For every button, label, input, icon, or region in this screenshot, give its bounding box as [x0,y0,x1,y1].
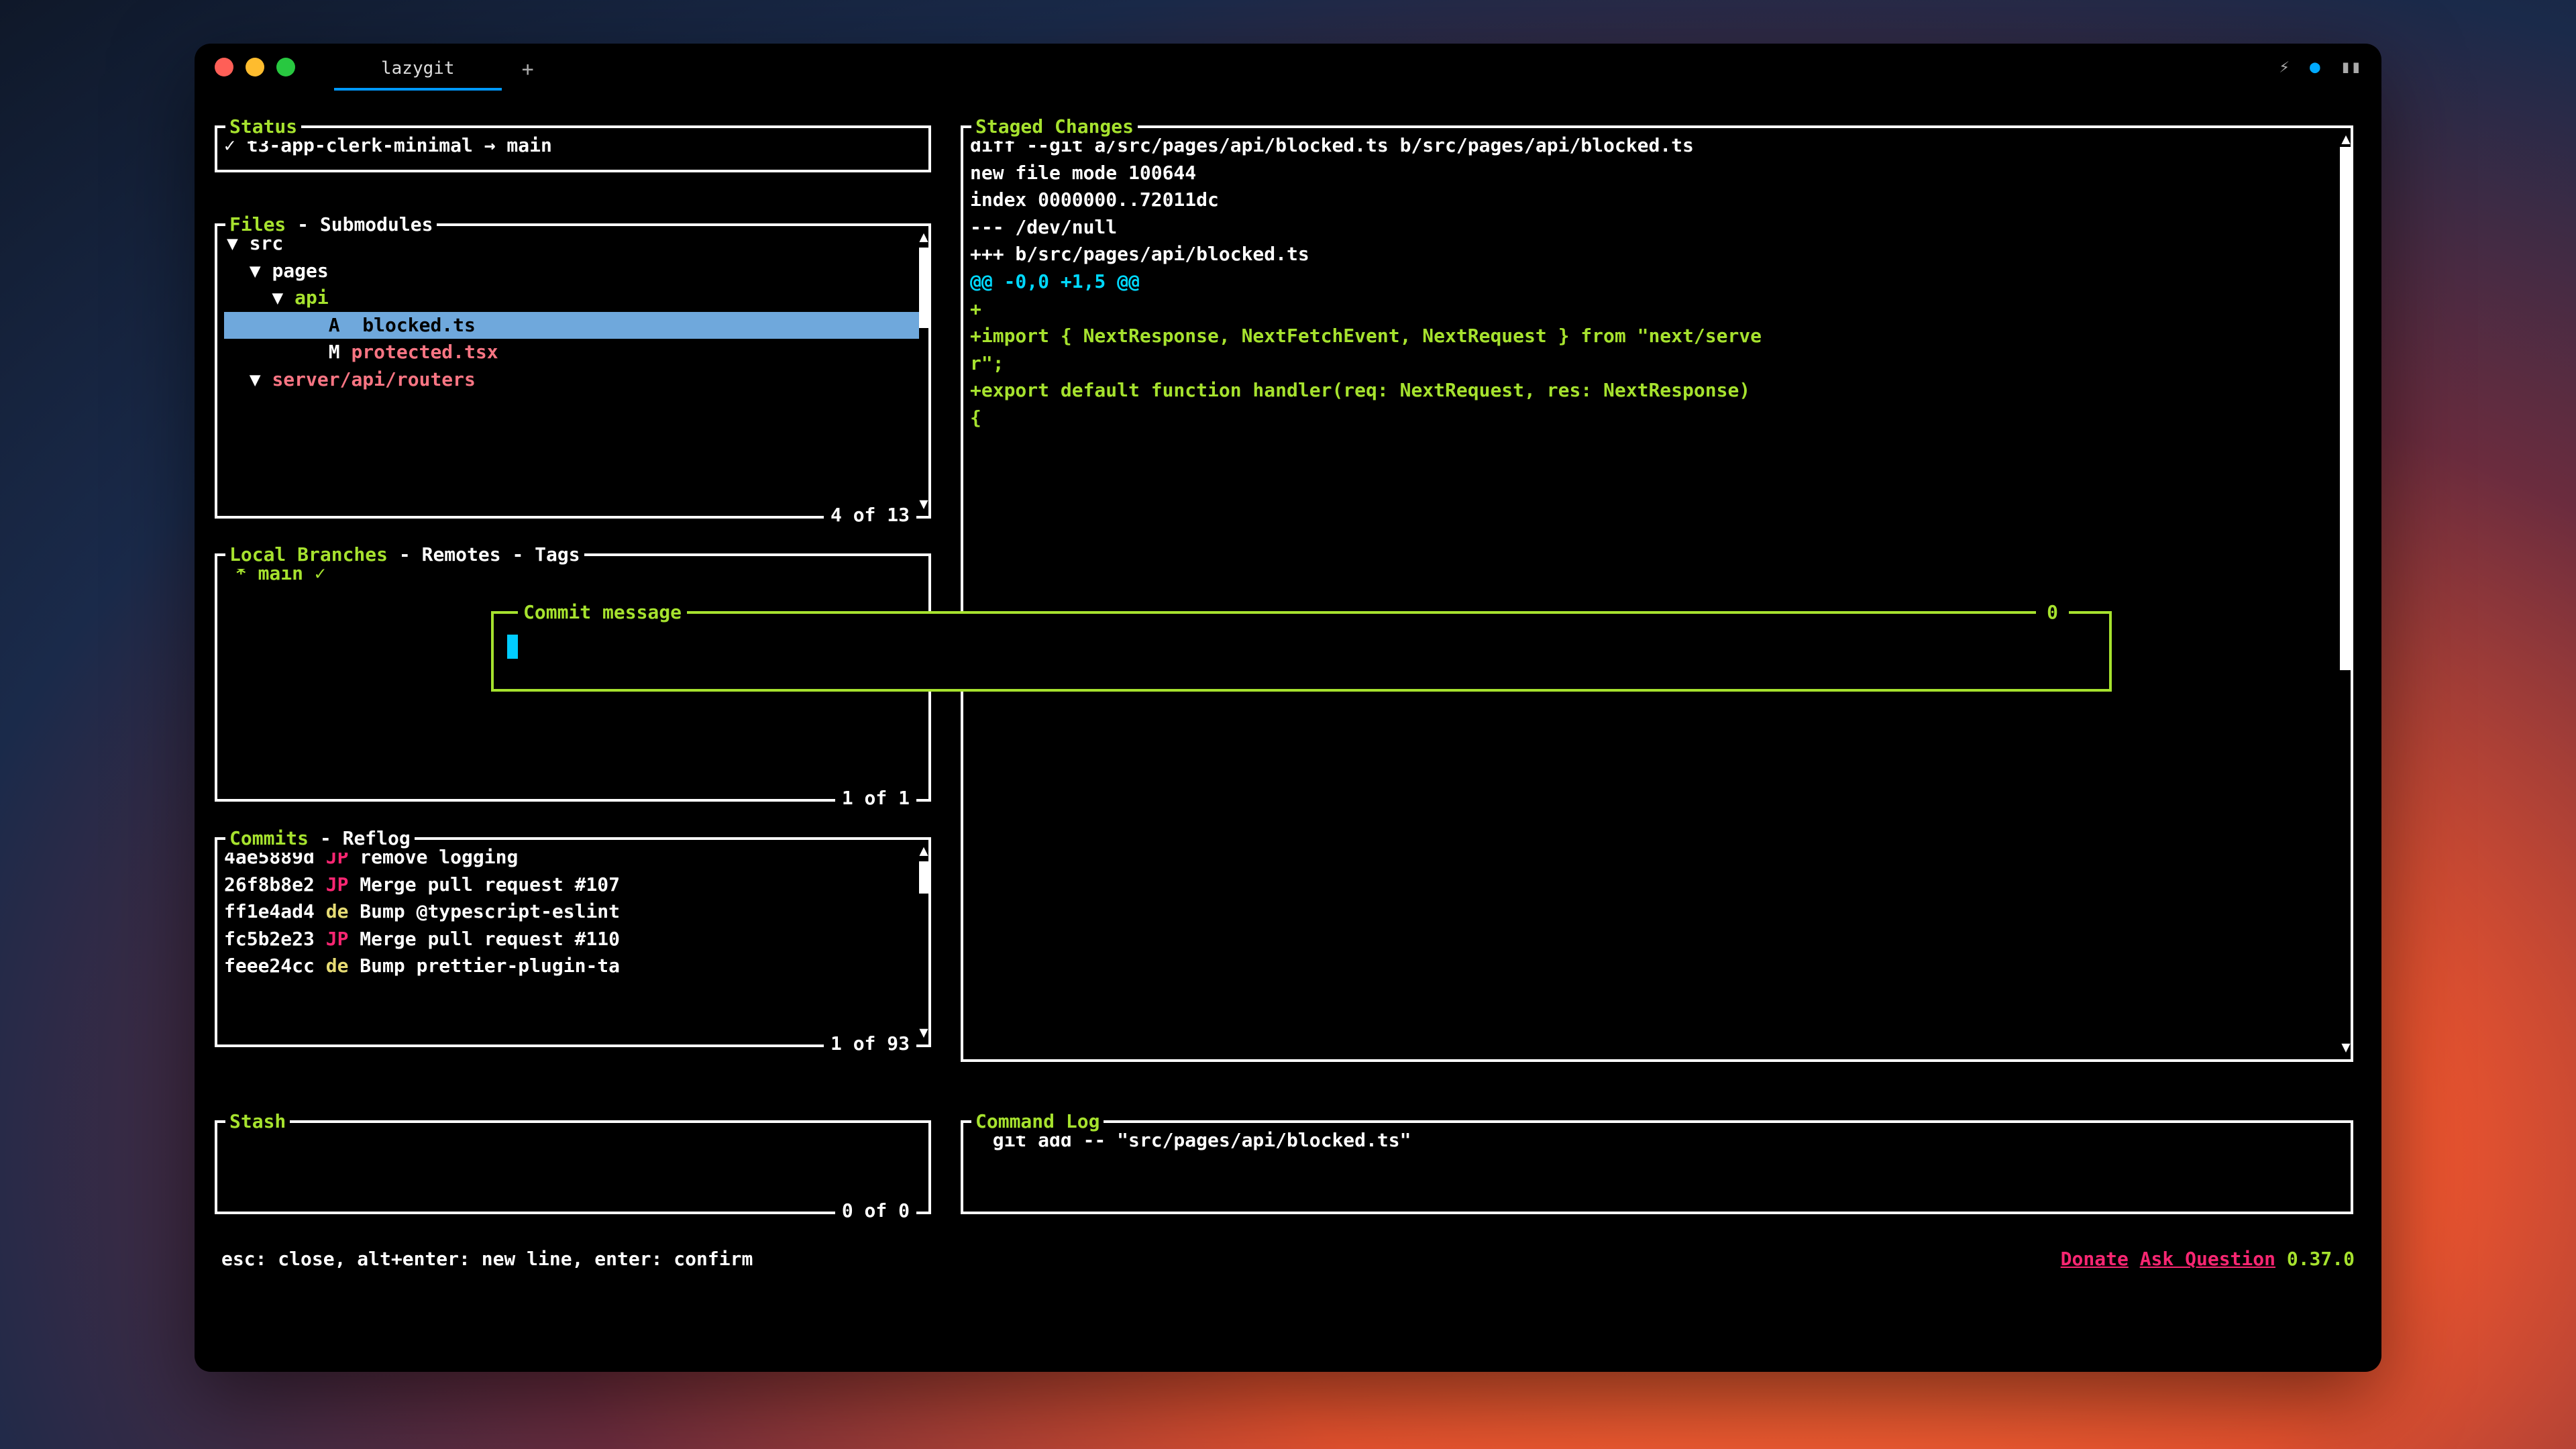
local-branches-tab[interactable]: Local Branches [229,543,388,566]
file-tree-row[interactable]: ▼ api [224,284,922,312]
status-content: ✓ t3-app-clerk-minimal → main [217,128,928,164]
file-tree-row[interactable]: A blocked.ts [224,312,922,339]
commits-tab[interactable]: Commits [229,827,309,849]
terminal-window: lazygit + ⚡ ● ▮▮ Status ✓ t3-app-clerk-m… [195,44,2381,1372]
file-tree-row[interactable]: ▼ pages [224,258,922,285]
keybindings-help: esc: close, alt+enter: new line, enter: … [221,1246,753,1349]
commit-message-count: 0 [2036,599,2069,627]
minimize-window-button[interactable] [246,58,264,76]
status-title: Status [229,115,297,138]
commits-scrollbar-thumb[interactable] [919,861,928,894]
command-log-content: git add -- "src/pages/api/blocked.ts" [963,1123,2351,1159]
diff-line[interactable]: diff --git a/src/pages/api/blocked.ts b/… [970,132,2344,160]
files-panel[interactable]: Files - Submodules ▼ src ▼ pages ▼ api A… [215,223,931,519]
footer-bar: esc: close, alt+enter: new line, enter: … [215,1243,2361,1352]
tab-lazygit[interactable]: lazygit [334,49,502,91]
ask-question-link[interactable]: Ask Question [2140,1248,2275,1270]
titlebar-right: ⚡ ● ▮▮ [2279,57,2361,77]
diff-line[interactable]: +export default function handler(req: Ne… [970,377,2344,405]
traffic-lights [215,58,295,76]
file-tree-row[interactable]: ▼ server/api/routers [224,366,922,394]
commit-row[interactable]: feee24cc de Bump prettier-plugin-ta [224,953,922,980]
titlebar: lazygit + ⚡ ● ▮▮ [195,44,2381,91]
commits-list[interactable]: 4ae5889d JP remove logging26f8b8e2 JP Me… [217,840,928,984]
main-panel-right-border [2351,125,2353,1062]
staged-changes-panel[interactable]: Staged Changes diff --git a/src/pages/ap… [961,125,2351,1062]
files-scrollbar[interactable]: ▲ ▼ [919,230,928,512]
commits-panel[interactable]: Commits - Reflog 4ae5889d JP remove logg… [215,837,931,1047]
version-label: 0.37.0 [2287,1248,2355,1270]
commit-message-modal[interactable]: Commit message 0 [491,611,2112,692]
staged-changes-title: Staged Changes [975,115,1134,138]
donate-link[interactable]: Donate [2061,1248,2129,1270]
status-panel[interactable]: Status ✓ t3-app-clerk-minimal → main [215,125,931,172]
diff-line[interactable]: +++ b/src/pages/api/blocked.ts [970,241,2344,268]
diff-line[interactable]: index 0000000..72011dc [970,186,2344,214]
diff-view[interactable]: diff --git a/src/pages/api/blocked.ts b/… [963,128,2351,436]
text-cursor [507,635,518,659]
stash-panel[interactable]: Stash 0 of 0 [215,1120,931,1214]
bolt-icon[interactable]: ⚡ [2279,57,2290,77]
scroll-down-icon[interactable]: ▼ [919,1026,928,1040]
branches-counter: 1 of 1 [835,785,916,812]
tab-group: lazygit + [334,44,554,91]
lazygit-ui: Status ✓ t3-app-clerk-minimal → main Fil… [215,111,2361,1352]
files-scrollbar-thumb[interactable] [919,248,928,328]
files-tab[interactable]: Files [229,213,286,235]
scroll-up-icon[interactable]: ▲ [919,230,928,245]
maximize-window-button[interactable] [276,58,295,76]
branches-other-tabs[interactable]: - Remotes - Tags [388,543,580,566]
commit-message-title: Commit message [518,599,687,627]
commit-message-input[interactable] [518,626,2086,667]
command-log-panel[interactable]: Command Log git add -- "src/pages/api/bl… [961,1120,2353,1214]
files-counter: 4 of 13 [824,502,916,529]
commit-row[interactable]: fc5b2e23 JP Merge pull request #110 [224,926,922,953]
command-log-title: Command Log [975,1110,1099,1132]
scroll-up-icon[interactable]: ▲ [919,844,928,859]
stash-title: Stash [229,1110,286,1132]
diff-line[interactable]: + [970,296,2344,323]
file-tree-row[interactable]: M protected.tsx [224,339,922,366]
panels-icon[interactable]: ▮▮ [2341,57,2361,77]
submodules-tab[interactable]: Submodules [320,213,433,235]
commit-row[interactable]: ff1e4ad4 de Bump @typescript-eslint [224,898,922,926]
new-tab-button[interactable]: + [502,48,554,91]
dot-icon: ● [2310,57,2320,77]
diff-line[interactable]: { [970,405,2344,432]
diff-line[interactable]: --- /dev/null [970,214,2344,241]
diff-line[interactable]: @@ -0,0 +1,5 @@ [970,268,2344,296]
commit-row[interactable]: 26f8b8e2 JP Merge pull request #107 [224,871,922,899]
diff-line[interactable]: new file mode 100644 [970,160,2344,187]
commits-counter: 1 of 93 [824,1030,916,1058]
close-window-button[interactable] [215,58,233,76]
diff-line[interactable]: r"; [970,350,2344,378]
reflog-tab[interactable]: - Reflog [309,827,411,849]
files-list[interactable]: ▼ src ▼ pages ▼ api A blocked.ts M prote… [217,226,928,398]
commits-scrollbar[interactable]: ▲ ▼ [919,844,928,1040]
stash-counter: 0 of 0 [835,1197,916,1225]
diff-line[interactable]: +import { NextResponse, NextFetchEvent, … [970,323,2344,350]
scroll-down-icon[interactable]: ▼ [919,497,928,512]
